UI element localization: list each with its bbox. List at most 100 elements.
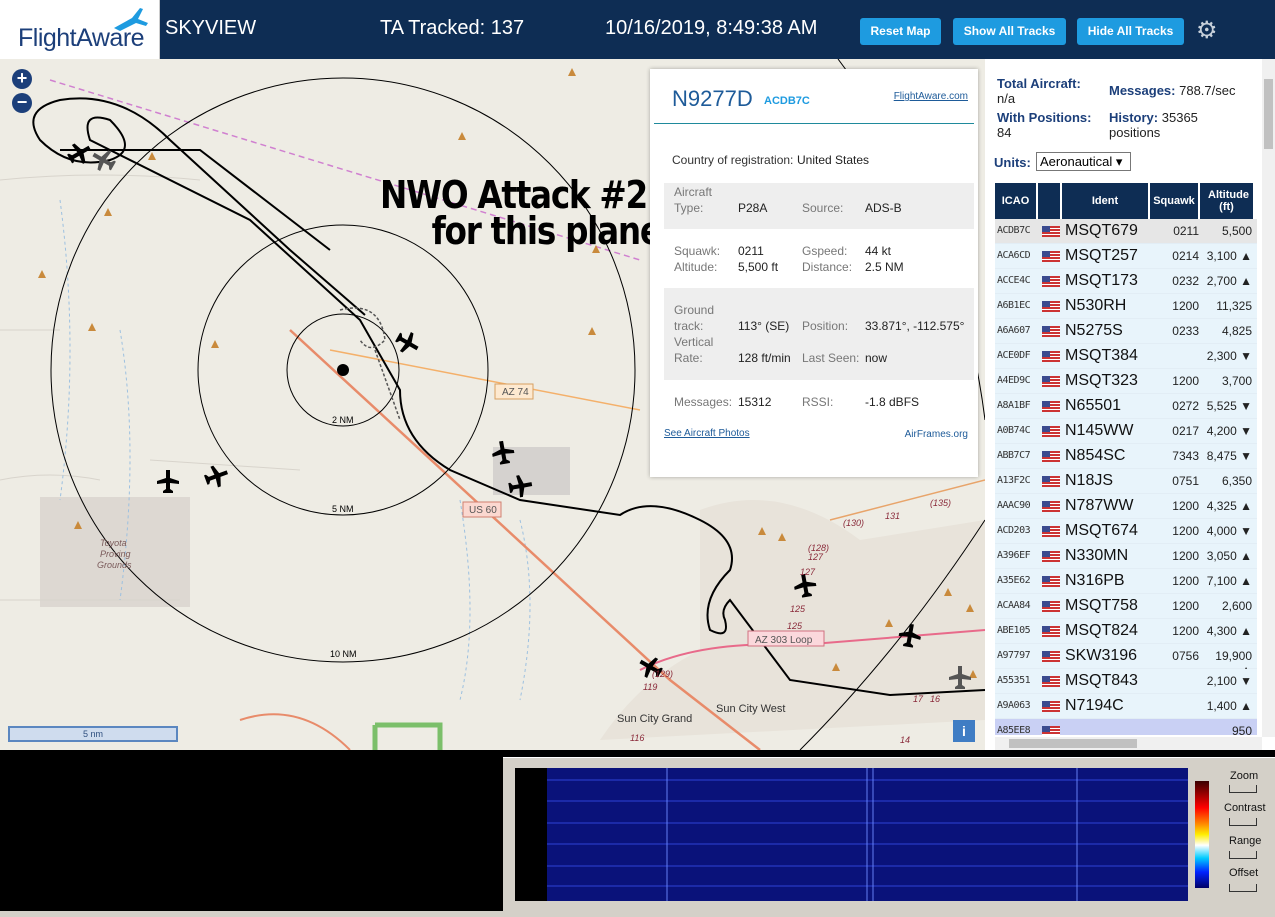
cell-ident: MSQT674	[1065, 522, 1138, 539]
table-row[interactable]: ACE0DF MSQT384 2,300 ▼	[995, 344, 1257, 369]
us-flag-icon	[1042, 551, 1060, 562]
table-row[interactable]: ACDB7C MSQT679 0211 5,500	[995, 219, 1257, 244]
road-number-label: 14	[900, 735, 910, 745]
horizontal-scrollbar[interactable]	[995, 737, 1262, 750]
offset-slider[interactable]	[1229, 884, 1257, 892]
table-row[interactable]: ABB7C7 N854SC 7343 8,475 ▼	[995, 444, 1257, 469]
table-row[interactable]: A6A607 N5275S 0233 4,825	[995, 319, 1257, 344]
waterfall-spectrum[interactable]	[547, 768, 1188, 901]
table-row[interactable]: A8A1BF N65501 0272 5,525 ▼	[995, 394, 1257, 419]
scroll-thumb[interactable]	[1264, 79, 1273, 149]
cell-altitude: 2,300 ▼	[1206, 349, 1252, 363]
aircraft-table: ICAO Ident Squawk Altitude (ft) ACDB7C MS…	[995, 183, 1257, 735]
col-squawk[interactable]: Squawk	[1150, 183, 1200, 219]
table-row[interactable]: ABE105 MSQT824 1200 4,300 ▲	[995, 619, 1257, 644]
contrast-label: Contrast	[1224, 802, 1266, 814]
us60-label: US 60	[469, 505, 497, 516]
units-select[interactable]: Aeronautical ▾	[1036, 152, 1131, 171]
cell-icao: A396EF	[997, 550, 1031, 561]
cell-icao: A6B1EC	[997, 300, 1031, 311]
park-outline	[372, 722, 443, 750]
annotation-text: NWO Attack #2 for this plane	[380, 173, 662, 250]
table-row[interactable]: A0B74C N145WW 0217 4,200 ▼	[995, 419, 1257, 444]
hscroll-thumb[interactable]	[1009, 739, 1137, 748]
cell-ident: MSQT173	[1065, 272, 1138, 289]
cell-squawk: 1200	[1172, 374, 1199, 388]
contrast-slider[interactable]	[1229, 818, 1257, 826]
airframes-link[interactable]: AirFrames.org	[905, 429, 968, 440]
waterfall-noise	[547, 768, 1188, 901]
col-icao[interactable]: ICAO	[995, 183, 1038, 219]
cell-squawk: 1200	[1172, 549, 1199, 563]
last-seen-value: now	[865, 351, 888, 365]
cell-icao: ACCE4C	[997, 275, 1031, 286]
annotation-line-1: NWO Attack #2	[380, 173, 648, 217]
source-value: ADS-B	[865, 201, 902, 215]
col-flag[interactable]	[1038, 183, 1062, 219]
cell-squawk: 1200	[1172, 624, 1199, 638]
table-row[interactable]: A9A063 N7194C 1,400 ▲	[995, 694, 1257, 719]
range-slider[interactable]	[1229, 851, 1257, 859]
table-row[interactable]: A97797SKW3196075619,900 ▲	[995, 644, 1257, 677]
table-row[interactable]: A85EE8 950	[995, 719, 1257, 735]
table-row[interactable]: A13F2C N18JS 0751 6,350	[995, 469, 1257, 494]
ring-label-5nm: 5 NM	[332, 504, 354, 514]
spectrum-left-strip	[515, 768, 547, 901]
us-flag-icon	[1042, 626, 1060, 637]
col-ident[interactable]: Ident	[1062, 183, 1150, 219]
table-row[interactable]: ACA6CD MSQT257 0214 3,100 ▲	[995, 244, 1257, 269]
road-number-label: 127	[800, 567, 816, 577]
hide-all-tracks-button[interactable]: Hide All Tracks	[1077, 18, 1184, 45]
table-row[interactable]: AAAC90 N787WW 1200 4,325 ▲	[995, 494, 1257, 519]
table-row[interactable]: ACCE4C MSQT173 0232 2,700 ▲	[995, 269, 1257, 294]
cell-squawk: 0217	[1172, 424, 1199, 438]
popup-icao: ACDB7C	[764, 95, 810, 107]
info-button[interactable]: i	[953, 720, 975, 742]
zoom-label: Zoom	[1230, 770, 1259, 782]
us-flag-icon	[1042, 326, 1060, 337]
table-row[interactable]: ACD203 MSQT674 1200 4,000 ▼	[995, 519, 1257, 544]
squawk-value: 0211	[738, 244, 764, 258]
cell-icao: A8A1BF	[997, 400, 1031, 411]
table-row[interactable]: ACAA84 MSQT758 1200 2,600	[995, 594, 1257, 619]
road-number-label: (135)	[930, 498, 951, 508]
us-flag-icon	[1042, 251, 1060, 262]
road-number-label: 125	[790, 604, 806, 614]
show-all-tracks-button[interactable]: Show All Tracks	[953, 18, 1066, 45]
altitude-label: Altitude:	[674, 260, 718, 274]
distance-value: 2.5 NM	[865, 260, 904, 274]
flightaware-logo[interactable]: FlightAware	[0, 0, 160, 59]
zoom-out-button[interactable]: −	[12, 93, 32, 113]
us-flag-icon	[1042, 451, 1060, 462]
road-number-label: 116	[630, 733, 644, 743]
vertical-scrollbar[interactable]	[1262, 59, 1275, 737]
cell-icao: A0B74C	[997, 425, 1031, 436]
zoom-slider[interactable]	[1229, 785, 1257, 793]
messages-value: 15312	[738, 395, 772, 409]
cell-icao: A35E62	[997, 575, 1031, 586]
aircraft-photos-link[interactable]: See Aircraft Photos	[664, 428, 750, 439]
table-row[interactable]: A4ED9C MSQT323 1200 3,700	[995, 369, 1257, 394]
cell-altitude: 7,100 ▲	[1206, 574, 1252, 588]
settings-gear-icon[interactable]: ⚙	[1196, 16, 1218, 45]
flightaware-link[interactable]: FlightAware.com	[894, 91, 968, 102]
history-value: 35365	[1161, 110, 1198, 125]
zoom-in-button[interactable]: +	[12, 69, 32, 89]
table-row[interactable]: A396EF N330MN 1200 3,050 ▲	[995, 544, 1257, 569]
cell-ident: N145WW	[1065, 422, 1134, 439]
ground-track-label: Ground	[674, 303, 715, 317]
table-row[interactable]: A6B1EC N530RH 1200 11,325	[995, 294, 1257, 319]
us-flag-icon	[1042, 726, 1060, 735]
cell-altitude: 5,525 ▼	[1206, 399, 1252, 413]
cell-altitude: 2,100 ▼	[1206, 674, 1252, 688]
table-row[interactable]: A35E62 N316PB 1200 7,100 ▲	[995, 569, 1257, 594]
az303-label: AZ 303 Loop	[755, 635, 813, 646]
table-row[interactable]: A55351 MSQT843 2,100 ▼	[995, 669, 1257, 694]
cell-altitude: 6,350	[1221, 474, 1252, 488]
col-altitude[interactable]: Altitude (ft)	[1200, 183, 1255, 219]
cell-ident: N787WW	[1065, 497, 1134, 514]
offset-label: Offset	[1229, 867, 1259, 879]
cell-altitude: 2,700 ▲	[1206, 274, 1252, 288]
reset-map-button[interactable]: Reset Map	[860, 18, 941, 45]
cell-squawk: 1200	[1172, 599, 1199, 613]
